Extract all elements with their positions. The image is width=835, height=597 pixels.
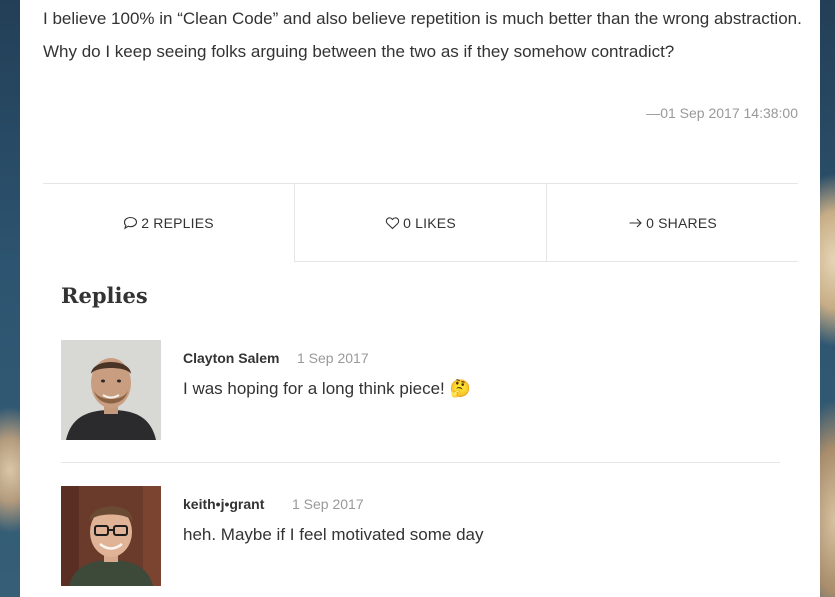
heart-icon bbox=[385, 216, 400, 230]
reply-divider bbox=[61, 462, 780, 463]
avatar[interactable] bbox=[61, 486, 161, 586]
post-actions-bar: 2 REPLIES 0 LIKES 0 SHARES bbox=[43, 183, 798, 262]
arrow-right-icon bbox=[628, 216, 643, 230]
replies-tab[interactable]: 2 REPLIES bbox=[43, 184, 294, 262]
reply-item: keith•j•grant 1 Sep 2017 heh. Maybe if I… bbox=[61, 486, 781, 586]
shares-button[interactable]: 0 SHARES bbox=[546, 184, 798, 261]
reply-date: 1 Sep 2017 bbox=[292, 496, 364, 512]
speech-bubble-icon bbox=[123, 216, 138, 230]
likes-count-label: 0 LIKES bbox=[403, 214, 456, 231]
shares-count-label: 0 SHARES bbox=[646, 214, 717, 231]
likes-button[interactable]: 0 LIKES bbox=[294, 184, 546, 261]
post-timestamp: —01 Sep 2017 14:38:00 bbox=[646, 105, 798, 121]
reply-date: 1 Sep 2017 bbox=[297, 350, 369, 366]
avatar[interactable] bbox=[61, 340, 161, 440]
reply-author[interactable]: keith•j•grant bbox=[183, 496, 264, 512]
reply-author[interactable]: Clayton Salem bbox=[183, 350, 279, 366]
reply-item: Clayton Salem 1 Sep 2017 I was hoping fo… bbox=[61, 340, 781, 440]
replies-heading: Replies bbox=[61, 283, 148, 308]
post-card: I believe 100% in “Clean Code” and also … bbox=[20, 0, 820, 597]
post-text: I believe 100% in “Clean Code” and also … bbox=[43, 9, 802, 61]
reply-text: I was hoping for a long think piece! 🤔 bbox=[183, 379, 471, 398]
replies-count-label: 2 REPLIES bbox=[141, 214, 214, 231]
reply-text: heh. Maybe if I feel motivated some day bbox=[183, 525, 484, 544]
